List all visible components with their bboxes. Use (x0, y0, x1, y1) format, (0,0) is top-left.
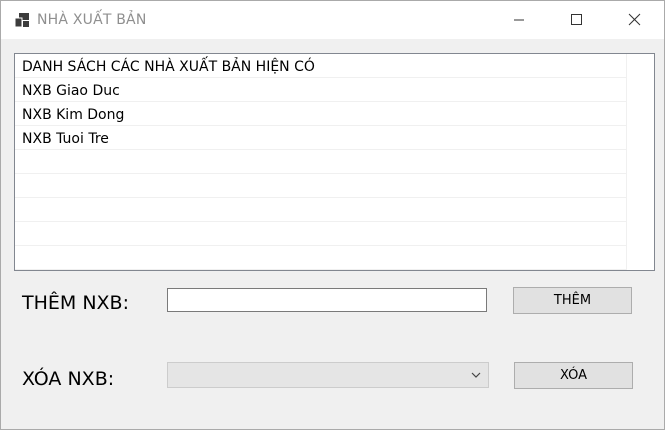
list-item-text: NXB Kim Dong (22, 107, 125, 123)
minimize-icon (514, 19, 524, 21)
add-publisher-input[interactable] (167, 288, 487, 312)
maximize-icon (571, 14, 582, 25)
list-item[interactable]: DANH SÁCH CÁC NHÀ XUẤT BẢN HIỆN CÓ (15, 54, 626, 78)
chevron-down-icon[interactable] (471, 371, 481, 379)
remove-publisher-combobox[interactable] (167, 362, 489, 388)
list-empty-row (15, 246, 626, 270)
list-empty-row (15, 174, 626, 198)
close-button[interactable] (606, 1, 664, 39)
publisher-window: NHÀ XUẤT BẢN DANH SÁCH CÁC NHÀ XUẤT BẢN … (0, 0, 665, 430)
list-item-text: DANH SÁCH CÁC NHÀ XUẤT BẢN HIỆN CÓ (22, 59, 315, 75)
list-empty-row (15, 150, 626, 174)
add-publisher-label: THÊM NXB: (22, 292, 129, 314)
list-item[interactable]: NXB Kim Dong (15, 102, 626, 126)
app-form-icon (14, 12, 30, 28)
list-item-text: NXB Giao Duc (22, 83, 120, 99)
remove-publisher-label: XÓA NXB: (22, 368, 115, 390)
list-column-divider (626, 54, 627, 270)
close-icon (628, 13, 641, 26)
list-empty-row (15, 198, 626, 222)
remove-publisher-button[interactable]: XÓA (514, 362, 633, 389)
list-item-text: NXB Tuoi Tre (22, 131, 109, 147)
publisher-listbox[interactable]: DANH SÁCH CÁC NHÀ XUẤT BẢN HIỆN CÓ NXB G… (14, 53, 655, 271)
window-title: NHÀ XUẤT BẢN (37, 12, 147, 28)
list-item[interactable]: NXB Tuoi Tre (15, 126, 626, 150)
minimize-button[interactable] (491, 1, 549, 39)
list-empty-row (15, 222, 626, 246)
maximize-button[interactable] (548, 1, 606, 39)
title-bar[interactable]: NHÀ XUẤT BẢN (1, 1, 664, 39)
add-publisher-button[interactable]: THÊM (513, 287, 632, 314)
list-item[interactable]: NXB Giao Duc (15, 78, 626, 102)
